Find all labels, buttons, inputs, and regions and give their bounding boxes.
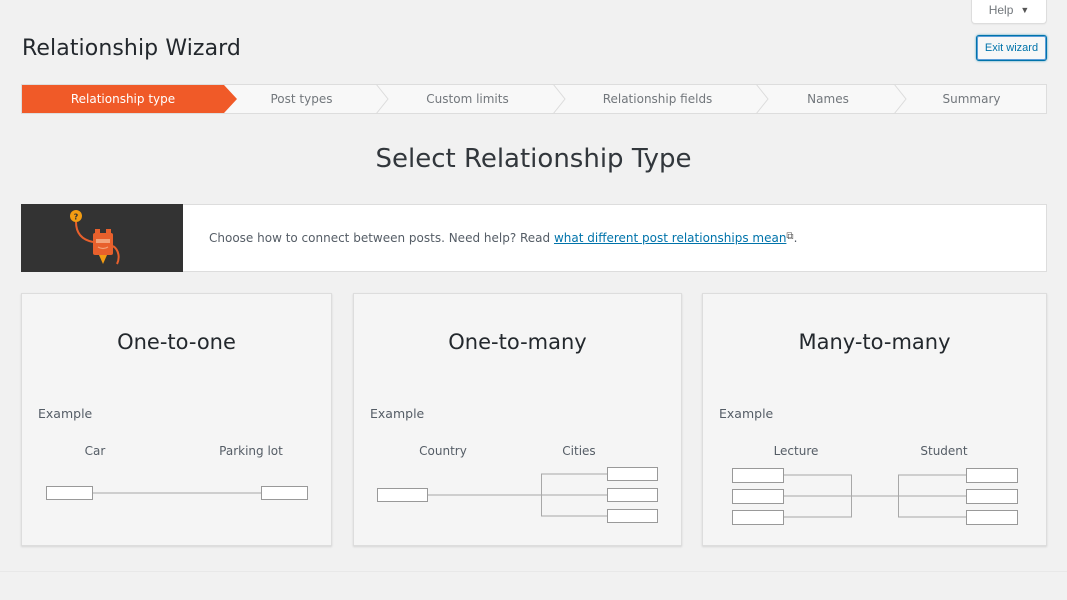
step-names[interactable]: Names <box>759 84 907 114</box>
step-label: Relationship type <box>70 92 176 106</box>
relationships-help-link[interactable]: what different post relationships mean <box>554 231 786 245</box>
card-one-to-one[interactable]: One-to-one Example Car Parking lot <box>21 293 332 546</box>
one-to-many-diagram <box>377 467 658 523</box>
right-box <box>607 509 658 523</box>
help-button[interactable]: Help ▼ <box>971 0 1047 24</box>
one-to-one-diagram <box>46 486 308 500</box>
left-box <box>732 489 784 504</box>
section-title: Select Relationship Type <box>375 144 692 174</box>
step-separator-icon <box>893 84 907 114</box>
left-box <box>732 468 784 483</box>
notice-text: Choose how to connect between posts. Nee… <box>183 231 797 245</box>
step-label: Names <box>807 92 849 106</box>
step-label: Relationship fields <box>602 92 713 106</box>
external-link-icon: ⧉ <box>786 231 794 242</box>
step-label: Summary <box>942 92 1001 106</box>
help-notice: ? Choose how to connect between posts. N… <box>21 203 1047 272</box>
step-relationship-type[interactable]: Relationship type <box>22 85 237 113</box>
right-box <box>966 489 1018 504</box>
step-separator-icon <box>375 84 389 114</box>
left-box <box>732 510 784 525</box>
card-many-to-many[interactable]: Many-to-many Example Lecture Student <box>702 293 1047 546</box>
help-label: Help <box>988 2 1014 17</box>
right-box <box>966 510 1018 525</box>
card-one-to-many[interactable]: One-to-many Example Country Cities <box>353 293 682 546</box>
right-box <box>261 486 308 500</box>
left-box <box>46 486 93 500</box>
page-title: Relationship Wizard <box>22 36 241 61</box>
step-custom-limits[interactable]: Custom limits <box>379 84 566 114</box>
step-separator-icon <box>755 84 769 114</box>
step-label: Custom limits <box>426 92 509 106</box>
right-box <box>966 468 1018 483</box>
left-box <box>377 488 428 502</box>
toolset-robot-icon: ? <box>70 209 120 264</box>
step-separator-icon <box>552 84 566 114</box>
svg-text:?: ? <box>74 212 79 221</box>
wizard-steps: Relationship type Post types Custom limi… <box>21 84 1047 114</box>
caret-down-icon: ▼ <box>1020 4 1030 15</box>
notice-image: ? <box>21 203 183 272</box>
step-summary[interactable]: Summary <box>897 85 1046 113</box>
footer-divider <box>0 571 1067 572</box>
exit-wizard-button[interactable]: Exit wizard <box>976 35 1047 61</box>
right-box <box>607 488 658 502</box>
step-label: Post types <box>270 92 333 106</box>
notice-suffix: . <box>793 231 798 245</box>
notice-message: Choose how to connect between posts. Nee… <box>209 231 554 245</box>
step-relationship-fields[interactable]: Relationship fields <box>556 84 769 114</box>
step-post-types[interactable]: Post types <box>224 84 389 114</box>
many-to-many-diagram <box>732 468 1018 525</box>
right-box <box>607 467 658 481</box>
